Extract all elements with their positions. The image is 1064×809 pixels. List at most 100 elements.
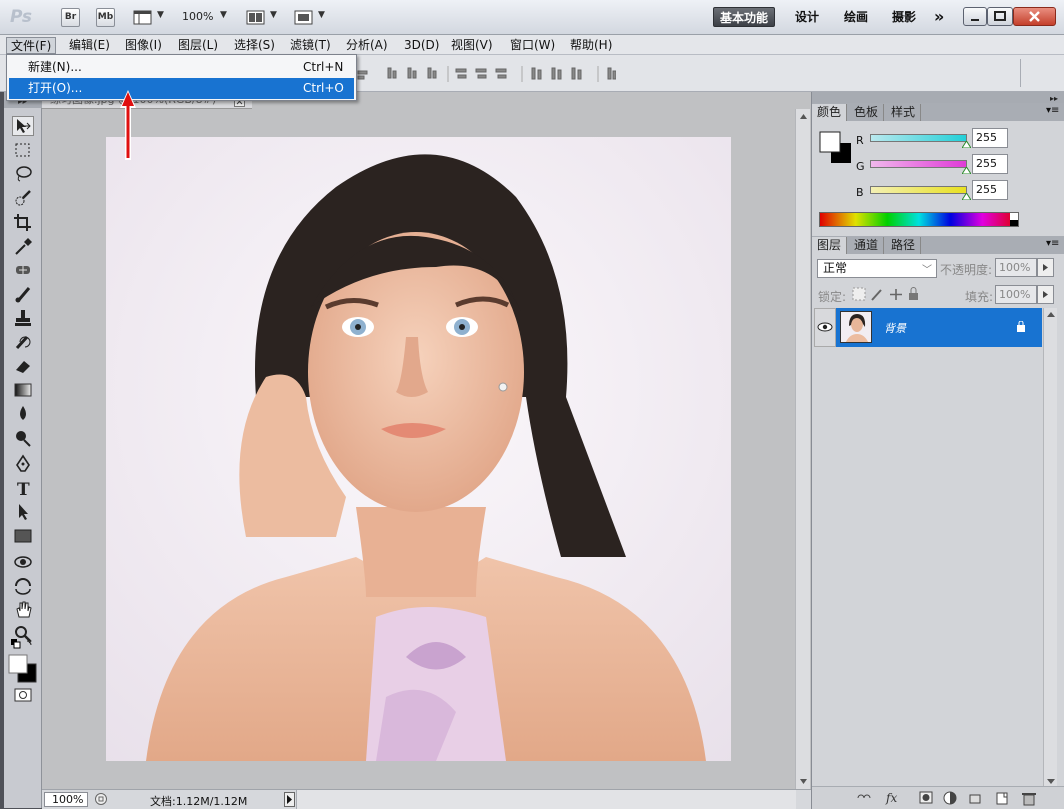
photoshop-logo: Ps (10, 7, 32, 27)
channel-b-input[interactable]: 255 (972, 180, 1008, 200)
menu-image[interactable]: 图像(I) (121, 37, 166, 54)
vertical-scrollbar[interactable] (795, 109, 810, 789)
crop-tool-icon[interactable] (12, 212, 34, 232)
opacity-input[interactable]: 100% (995, 258, 1037, 277)
right-panel-grip[interactable]: ▸▸ (812, 92, 1064, 103)
3d-rotate-tool-icon[interactable] (12, 552, 34, 572)
channel-g-slider-thumb-icon[interactable] (962, 167, 971, 174)
color-panel-swatch-icon[interactable] (819, 131, 853, 165)
arrange-dropdown-icon[interactable]: ▼ (270, 10, 277, 20)
path-selection-tool-icon[interactable] (12, 502, 34, 522)
tab-paths[interactable]: 路径 (886, 237, 922, 254)
marquee-tool-icon[interactable] (12, 140, 34, 160)
move-tool-icon[interactable] (12, 116, 34, 136)
eyedropper-tool-icon[interactable] (12, 236, 34, 256)
lasso-tool-icon[interactable] (12, 164, 34, 184)
horizontal-scrollbar[interactable] (296, 790, 796, 809)
options-divider (1020, 59, 1021, 87)
menu-select[interactable]: 选择(S) (230, 37, 279, 54)
3d-orbit-tool-icon[interactable] (12, 576, 34, 596)
channel-b-slider[interactable] (870, 186, 967, 194)
blend-mode-select[interactable]: 正常 (817, 259, 937, 278)
layer-row-background[interactable]: 背景 (836, 308, 1042, 347)
canvas-image[interactable] (106, 137, 731, 761)
workspace-essentials[interactable]: 基本功能 (713, 7, 776, 27)
status-info-icon[interactable] (94, 792, 108, 806)
layer-visibility-eye-icon[interactable] (814, 308, 836, 347)
menu-3d[interactable]: 3D(D) (400, 37, 443, 54)
shape-tool-icon[interactable] (12, 526, 34, 546)
gradient-tool-icon[interactable] (12, 380, 34, 400)
status-zoom-field[interactable]: 100% (44, 792, 88, 807)
default-colors-icon[interactable] (10, 638, 36, 650)
lock-options-icons[interactable] (852, 287, 922, 302)
minimize-button[interactable] (963, 7, 987, 26)
channel-r-slider[interactable] (870, 134, 967, 142)
quick-mask-icon[interactable] (14, 688, 32, 702)
maximize-button[interactable] (987, 7, 1013, 26)
tab-channels[interactable]: 通道 (849, 237, 885, 254)
channel-r-label: R (856, 134, 864, 147)
status-menu-arrow-icon[interactable] (284, 792, 295, 807)
bridge-button[interactable]: Br (61, 8, 80, 27)
fill-input[interactable]: 100% (995, 285, 1037, 304)
menu-file[interactable]: 文件(F) (6, 37, 57, 54)
zoom-dropdown-icon[interactable]: ▼ (220, 10, 227, 20)
mini-bridge-button[interactable]: Mb (96, 8, 115, 27)
menu-view[interactable]: 视图(V) (447, 37, 497, 54)
menu-window[interactable]: 窗口(W) (506, 37, 559, 54)
dodge-tool-icon[interactable] (12, 428, 34, 448)
channel-r-input[interactable]: 255 (972, 128, 1008, 148)
view-extras-icon[interactable] (133, 9, 153, 26)
menu-edit[interactable]: 编辑(E) (65, 37, 114, 54)
history-brush-tool-icon[interactable] (12, 332, 34, 352)
layer-actions-icons[interactable]: fx (856, 790, 1056, 806)
blur-tool-icon[interactable] (12, 404, 34, 424)
menu-layer[interactable]: 图层(L) (174, 37, 222, 54)
tab-color[interactable]: 颜色 (812, 104, 848, 121)
zoom-level-select[interactable]: 100% (182, 10, 213, 23)
arrange-documents-icon[interactable] (246, 9, 266, 26)
eraser-tool-icon[interactable] (12, 356, 34, 376)
screen-mode-dropdown-icon[interactable]: ▼ (318, 10, 325, 20)
layers-scrollbar[interactable] (1043, 308, 1057, 788)
menu-item-open[interactable]: 打开(O)... Ctrl+O (9, 78, 354, 99)
brush-tool-icon[interactable] (12, 284, 34, 304)
tab-swatches[interactable]: 色板 (849, 104, 885, 121)
color-spectrum-ramp[interactable] (819, 212, 1019, 227)
opacity-arrow-icon[interactable] (1037, 258, 1054, 277)
workspace-photography[interactable]: 摄影 (886, 7, 922, 27)
more-workspaces-icon[interactable]: » (928, 7, 950, 27)
quick-selection-tool-icon[interactable] (12, 188, 34, 208)
channel-b-slider-thumb-icon[interactable] (962, 193, 971, 200)
fill-arrow-icon[interactable] (1037, 285, 1054, 304)
layer-thumbnail (840, 311, 872, 343)
view-extras-dropdown-icon[interactable]: ▼ (157, 10, 164, 20)
tab-layers[interactable]: 图层 (812, 237, 848, 254)
blend-mode-dropdown-icon[interactable]: ﹀ (922, 261, 932, 276)
menu-help[interactable]: 帮助(H) (566, 37, 616, 54)
clone-stamp-tool-icon[interactable] (12, 308, 34, 328)
foreground-background-color-icon[interactable] (8, 654, 38, 684)
align-distribute-icons[interactable] (356, 65, 616, 83)
workspace-painting[interactable]: 绘画 (838, 7, 874, 27)
channel-g-slider[interactable] (870, 160, 967, 168)
type-tool-icon[interactable]: T (12, 478, 34, 498)
close-button[interactable] (1013, 7, 1056, 26)
pen-tool-icon[interactable] (12, 454, 34, 474)
color-panel-menu-icon[interactable]: ▾≡ (1046, 105, 1059, 116)
healing-brush-tool-icon[interactable] (12, 260, 34, 280)
menu-item-new[interactable]: 新建(N)... Ctrl+N (9, 57, 354, 78)
layers-panel-menu-icon[interactable]: ▾≡ (1046, 238, 1059, 249)
channel-g-input[interactable]: 255 (972, 154, 1008, 174)
screen-mode-icon[interactable] (294, 9, 314, 26)
workspace-design[interactable]: 设计 (789, 7, 825, 27)
hand-tool-icon[interactable] (12, 600, 34, 620)
lock-label: 锁定: (818, 290, 847, 304)
layer-name[interactable]: 背景 (884, 320, 906, 336)
menu-analysis[interactable]: 分析(A) (342, 37, 392, 54)
color-panel-tabs: 颜色 色板 样式 ▾≡ (812, 103, 1064, 121)
channel-r-slider-thumb-icon[interactable] (962, 141, 971, 148)
menu-filter[interactable]: 滤镜(T) (286, 37, 335, 54)
tab-styles[interactable]: 样式 (886, 104, 922, 121)
